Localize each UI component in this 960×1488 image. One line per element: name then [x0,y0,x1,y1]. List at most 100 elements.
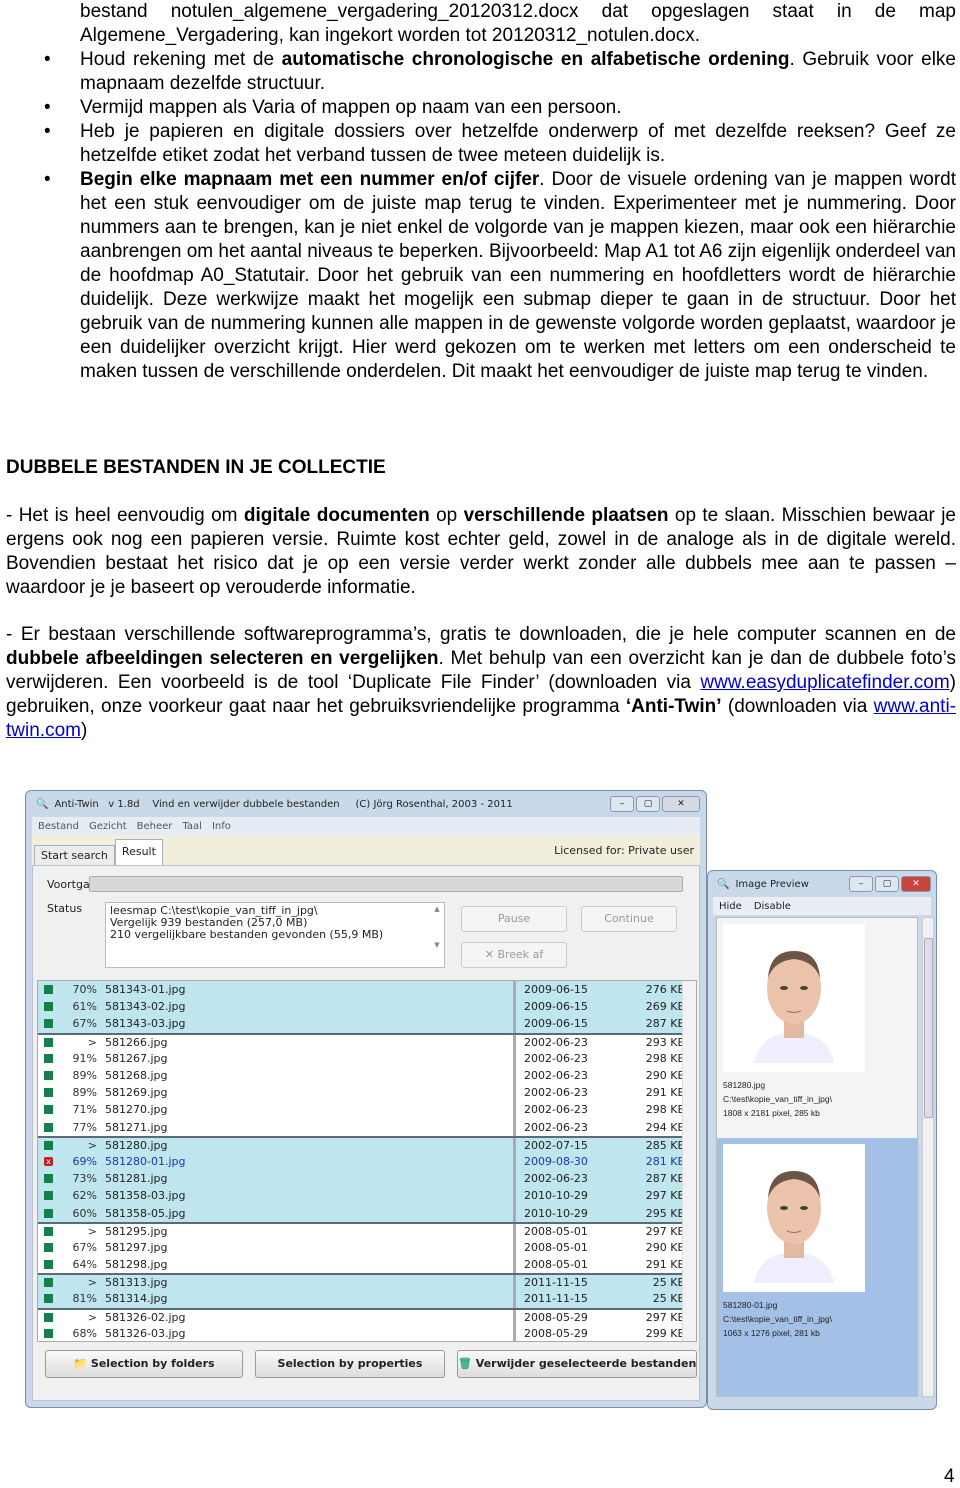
file-name: 581295.jpg [105,1224,168,1238]
tab-result[interactable]: Result [114,839,163,865]
keep-mark-icon[interactable] [44,1071,53,1081]
keep-mark-icon[interactable] [44,1278,53,1288]
keep-mark-icon[interactable] [44,1088,53,1098]
file-size: 297 KB [645,1310,685,1324]
bold-text: automatische chronologische en alfabetis… [281,49,790,70]
table-row[interactable]: 81% 581314.jpg 2011-11-15 25 KB [38,1290,696,1308]
bold-text: digitale documenten [243,505,430,526]
pause-button[interactable]: Pause [461,906,567,932]
preview-scrollbar[interactable] [922,917,934,1397]
similarity: 69% [72,1154,97,1168]
menu-item[interactable]: Beheer [137,821,173,832]
table-row[interactable]: 68% 581326-03.jpg 2008-05-29 299 KB [38,1324,696,1341]
bold-text: verschillende plaatsen [463,505,669,526]
close-button[interactable]: ✕ [662,796,700,812]
file-size: 287 KB [645,1017,685,1031]
preview-title-bar: 🔍 Image Preview – ▢ ✕ [713,871,931,897]
abort-button[interactable]: ✕ Breek af [461,942,567,968]
paragraph: - Het is heel eenvoudig om digitale docu… [6,504,956,600]
file-name: 581326-02.jpg [105,1310,186,1324]
keep-mark-icon[interactable] [44,1053,53,1063]
status-scrollbar[interactable]: ▲ ▼ [430,903,444,967]
maximize-button[interactable]: ▢ [875,876,899,892]
text-run: Heb je papieren en digitale dossiers ove… [80,121,956,166]
continue-button[interactable]: Continue [581,906,677,932]
maximize-button[interactable]: ▢ [636,796,660,812]
keep-mark-icon[interactable] [44,1122,53,1132]
table-row[interactable]: 62% 581358-03.jpg 2010-10-29 297 KB [38,1187,696,1205]
table-row[interactable]: 67% 581343-03.jpg 2009-06-15 287 KB [38,1015,696,1033]
text-run: (downloaden via [721,696,874,717]
keep-mark-icon[interactable] [44,1226,53,1236]
text-run: Vermijd mappen als Varia of mappen op na… [80,97,622,118]
menu-hide[interactable]: Hide [719,901,742,912]
preview-menu: Hide Disable [713,897,931,915]
keep-mark-icon[interactable] [44,1037,53,1047]
keep-mark-icon[interactable] [44,985,53,995]
menu-item[interactable]: Bestand [38,821,79,832]
selection-by-folders-button[interactable]: 📁 Selection by folders [45,1350,243,1378]
text-run: Houd rekening met de [80,49,282,70]
anti-twin-window: 🔍 Anti-Twin v 1.8d Vind en verwijder dub… [25,790,707,1408]
similarity: 71% [72,1103,97,1117]
similarity: 73% [72,1172,97,1186]
minimize-button[interactable]: – [610,796,634,812]
table-row[interactable]: > 581313.jpg 2011-11-15 25 KB [38,1273,696,1291]
close-button[interactable]: ✕ [901,876,931,892]
delete-selected-button[interactable]: 🗑 Verwijder geselecteerde bestanden [457,1350,697,1378]
preview-item[interactable]: 581280-01.jpg C:\test\kopie_van_tiff_in_… [717,1138,917,1396]
table-row[interactable]: > 581266.jpg 2002-06-23 293 KB [38,1032,696,1050]
magnifier-icon: 🔍 [717,878,730,890]
similarity: 67% [72,1017,97,1031]
keep-mark-icon[interactable] [44,1002,53,1012]
tab-bar: Start search Result Licensed for: Privat… [32,835,700,865]
table-row[interactable]: > 581326-02.jpg 2008-05-29 297 KB [38,1307,696,1325]
keep-mark-icon[interactable] [44,1019,53,1029]
menu-item[interactable]: Taal [182,821,202,832]
menu-item[interactable]: Gezicht [89,821,127,832]
delete-mark-icon[interactable]: x [44,1156,53,1166]
tab-start-search[interactable]: Start search [34,845,115,865]
file-date: 2008-05-01 [513,1256,623,1274]
keep-mark-icon[interactable] [44,1174,53,1184]
minimize-button[interactable]: – [849,876,873,892]
similarity: > [87,1035,97,1049]
table-row[interactable]: 89% 581268.jpg 2002-06-23 290 KB [38,1066,696,1085]
table-row[interactable]: 70% 581343-01.jpg 2009-06-15 276 KB [38,981,696,999]
table-row[interactable]: 91% 581267.jpg 2002-06-23 298 KB [38,1049,696,1067]
table-row[interactable]: 67% 581297.jpg 2008-05-01 290 KB [38,1238,696,1256]
menu-item[interactable]: Info [212,821,231,832]
table-row[interactable]: 77% 581271.jpg 2002-06-23 294 KB [38,1118,696,1136]
bold-text: Begin elke mapnaam met een nummer en/of … [80,169,540,190]
file-date: 2002-06-23 [513,1049,623,1067]
preview-item[interactable]: 581280.jpg C:\test\kopie_van_tiff_in_jpg… [717,918,917,1138]
keep-mark-icon[interactable] [44,1312,53,1322]
keep-mark-icon[interactable] [44,1140,53,1150]
preview-title: Image Preview [735,878,809,890]
selection-by-properties-button[interactable]: Selection by properties [255,1350,445,1378]
keep-mark-icon[interactable] [44,1328,53,1338]
similarity: 61% [72,1000,97,1014]
bullet-item: • Heb je papieren en digitale dossiers ov… [44,120,956,168]
table-row[interactable]: > 581280.jpg 2002-07-15 285 KB [38,1135,696,1153]
table-row[interactable]: 73% 581281.jpg 2002-06-23 287 KB [38,1170,696,1188]
table-row[interactable]: x 69% 581280-01.jpg 2009-08-30 281 KB [38,1152,696,1171]
table-row[interactable]: 61% 581343-02.jpg 2009-06-15 269 KB [38,998,696,1016]
table-row[interactable]: 64% 581298.jpg 2008-05-01 291 KB [38,1256,696,1274]
link[interactable]: www.easyduplicatefinder.com [700,672,949,693]
bold-text: ‘Anti-Twin’ [625,696,722,717]
keep-mark-icon[interactable] [44,1105,53,1115]
menu-disable[interactable]: Disable [754,901,791,912]
keep-mark-icon[interactable] [44,1242,53,1252]
file-name: 581280.jpg [105,1138,168,1152]
keep-mark-icon[interactable] [44,1191,53,1201]
keep-mark-icon[interactable] [44,1294,53,1304]
table-row[interactable]: 71% 581270.jpg 2002-06-23 298 KB [38,1101,696,1119]
table-row[interactable]: > 581295.jpg 2008-05-01 297 KB [38,1221,696,1239]
keep-mark-icon[interactable] [44,1208,53,1218]
table-scrollbar[interactable] [682,981,696,1341]
keep-mark-icon[interactable] [44,1260,53,1270]
file-size: 281 KB [645,1154,685,1168]
table-row[interactable]: 89% 581269.jpg 2002-06-23 291 KB [38,1084,696,1102]
table-row[interactable]: 60% 581358-05.jpg 2010-10-29 295 KB [38,1204,696,1222]
